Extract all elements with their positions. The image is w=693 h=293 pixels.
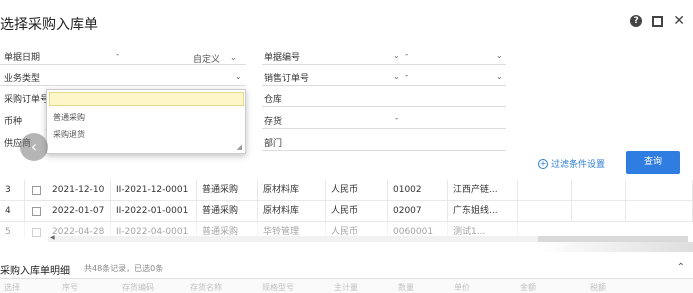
- detail-column-header: 主计量: [334, 283, 358, 292]
- detail-column-header: 单价: [454, 283, 470, 292]
- chevron-down-icon[interactable]: ⌄: [496, 72, 503, 81]
- detail-table-header: 选择 序号 存货编码 存货名称 规格型号 主计量 数量 单价 金额 税额: [0, 278, 693, 293]
- row-empty-cell: [626, 180, 693, 201]
- table-row[interactable]: 4 2022-01-07 II-2022-01-0001 普通采购 原材料库 人…: [0, 201, 693, 222]
- chevron-down-icon[interactable]: ⌄: [230, 53, 237, 62]
- sales-order-no-underline: [262, 85, 506, 86]
- row-checkbox[interactable]: [32, 228, 41, 237]
- detail-column-header: 存货名称: [190, 283, 222, 292]
- inventory-underline: [262, 128, 506, 129]
- detail-column-header: 金额: [520, 283, 536, 292]
- chevron-left-icon[interactable]: ‹: [20, 133, 48, 161]
- detail-column-header: 选择: [4, 283, 20, 292]
- detail-record-count: 共48条记录，已选0条: [84, 264, 164, 273]
- row-empty-cell: [572, 201, 626, 222]
- detail-column-header: 规格型号: [262, 283, 294, 292]
- row-doc-no: II-2022-01-0001: [111, 201, 197, 222]
- business-type-dropdown: 普通采购 采购退货 ◢: [46, 89, 246, 154]
- close-icon[interactable]: ✕: [673, 14, 685, 28]
- detail-section-title: 采购入库单明细: [0, 266, 70, 277]
- row-date: 2021-12-10: [47, 180, 111, 201]
- row-index: 4: [0, 201, 25, 222]
- dropdown-search-input[interactable]: [49, 92, 244, 106]
- scroll-shadow: [536, 242, 693, 252]
- row-currency: 人民币: [326, 180, 388, 201]
- doc-date-label: 单据日期: [4, 53, 41, 63]
- row-warehouse: 原材料库: [258, 201, 326, 222]
- row-type: 普通采购: [197, 201, 258, 222]
- detail-column-header: 数量: [398, 283, 414, 292]
- department-label: 部门: [264, 139, 283, 149]
- chevron-down-icon[interactable]: ⌄: [235, 72, 242, 81]
- add-circle-icon: +: [538, 158, 548, 169]
- row-empty-cell: [518, 180, 572, 201]
- department-underline: [262, 150, 506, 151]
- dropdown-option-normal-purchase[interactable]: 普通采购: [53, 112, 85, 123]
- detail-column-header: 序号: [62, 283, 78, 292]
- row-supplier: 广东姐线...: [448, 201, 518, 222]
- row-empty-cell: [626, 201, 693, 222]
- row-index: 3: [0, 180, 25, 201]
- detail-column-header: 存货编码: [122, 283, 154, 292]
- doc-no-separator: -: [405, 50, 409, 60]
- chevron-down-icon[interactable]: ⌄: [393, 72, 400, 81]
- inventory-separator: -: [395, 114, 399, 124]
- sales-order-no-label: 销售订单号: [264, 74, 310, 84]
- warehouse-underline: [262, 106, 506, 107]
- row-date: 2022-01-07: [47, 201, 111, 222]
- window-controls: ? ✕: [630, 14, 685, 28]
- row-empty-cell: [518, 201, 572, 222]
- warehouse-label: 仓库: [264, 95, 283, 105]
- table-row[interactable]: 3 2021-12-10 II-2021-12-0001 普通采购 原材料库 人…: [0, 180, 693, 201]
- chevron-down-icon[interactable]: ⌄: [496, 51, 503, 60]
- inventory-label: 存货: [264, 117, 283, 127]
- resize-handle-icon[interactable]: ◢: [237, 143, 242, 151]
- currency-label: 币种: [4, 117, 23, 127]
- scroll-left-icon[interactable]: ◀: [50, 234, 55, 241]
- maximize-icon[interactable]: [652, 15, 664, 27]
- detail-column-header: 税额: [590, 283, 606, 292]
- query-button[interactable]: 查询: [626, 151, 680, 174]
- doc-date-separator: -: [116, 50, 120, 60]
- row-doc-no: II-2021-12-0001: [111, 180, 197, 201]
- results-table: 3 2021-12-10 II-2021-12-0001 普通采购 原材料库 人…: [0, 180, 693, 238]
- chevron-down-icon[interactable]: ⌄: [393, 51, 400, 60]
- row-code: 01002: [388, 180, 448, 201]
- row-supplier: 江西产链...: [448, 180, 518, 201]
- row-checkbox[interactable]: [32, 207, 41, 216]
- doc-date-underline: [0, 64, 246, 65]
- row-code: 02007: [388, 201, 448, 222]
- row-currency: 人民币: [326, 201, 388, 222]
- sales-order-no-separator: -: [405, 71, 409, 81]
- row-type: 普通采购: [197, 180, 258, 201]
- doc-no-underline: [262, 64, 506, 65]
- purchase-order-no-label: 采购订单号: [4, 95, 50, 105]
- row-warehouse: 原材料库: [258, 180, 326, 201]
- filter-settings-label: 过滤条件设置: [551, 160, 606, 170]
- collapse-icon[interactable]: ⌃: [677, 262, 685, 273]
- filter-settings-link[interactable]: + 过滤条件设置: [538, 157, 605, 170]
- row-index: 5: [0, 222, 25, 238]
- row-empty-cell: [572, 180, 626, 201]
- doc-no-label: 单据编号: [264, 53, 301, 63]
- dialog-title: 选择采购入库单: [0, 17, 98, 33]
- business-type-underline: [0, 85, 246, 86]
- dropdown-option-purchase-return[interactable]: 采购退货: [53, 129, 85, 140]
- row-checkbox[interactable]: [32, 186, 41, 195]
- business-type-label: 业务类型: [4, 74, 41, 84]
- help-icon[interactable]: ?: [630, 15, 643, 27]
